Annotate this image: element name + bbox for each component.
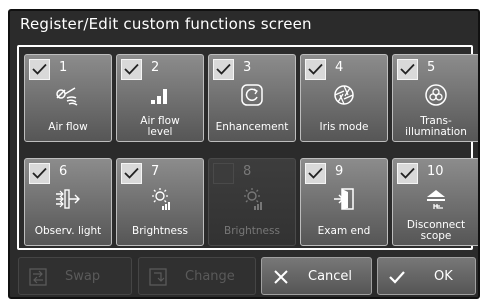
- ok-label: OK: [434, 268, 453, 284]
- tile-number: 2: [151, 60, 160, 75]
- tile-number: 10: [427, 164, 444, 179]
- signal-bars-icon: [117, 83, 203, 107]
- disconnect-scope-icon: [393, 187, 478, 211]
- tile-enhancement[interactable]: 3 Enhancement: [208, 54, 296, 142]
- tile-label: Air flow level: [140, 115, 180, 138]
- tile-label: Air flow: [48, 120, 88, 133]
- screen-title: Register/Edit custom functions screen: [20, 15, 312, 33]
- swap-icon: [29, 268, 47, 290]
- tile-number: 5: [427, 60, 436, 75]
- tile-number: 1: [59, 60, 68, 75]
- tile-iris-mode[interactable]: 4 Iris mode: [300, 54, 388, 142]
- tile-label: Iris mode: [319, 120, 369, 133]
- tile-label: Brightness: [132, 224, 188, 237]
- change-label: Change: [185, 268, 235, 284]
- close-icon: [272, 268, 290, 290]
- tile-number: 8: [243, 164, 252, 179]
- tile-number: 3: [243, 60, 252, 75]
- tile-label: Exam end: [317, 224, 371, 237]
- tile-brightness[interactable]: 7 Brightness: [116, 158, 204, 246]
- tile-transillumination[interactable]: 5 Trans- illumination: [392, 54, 478, 142]
- tile-checkbox[interactable]: [397, 163, 418, 184]
- tile-air-flow[interactable]: 1 Air flow: [24, 54, 112, 142]
- tile-label: Brightness: [224, 224, 280, 237]
- tile-label: Observ. light: [34, 224, 102, 237]
- tile-label: Disconnect scope: [406, 219, 466, 242]
- tile-checkbox[interactable]: [121, 59, 142, 80]
- tile-checkbox: [213, 163, 234, 184]
- tile-checkbox[interactable]: [29, 59, 50, 80]
- tile-checkbox[interactable]: [305, 59, 326, 80]
- observation-light-icon: [25, 187, 111, 211]
- air-flow-icon: [25, 83, 111, 107]
- tile-exam-end[interactable]: 9 Exam end: [300, 158, 388, 246]
- swap-label: Swap: [65, 268, 101, 284]
- tile-checkbox[interactable]: [305, 163, 326, 184]
- cancel-button[interactable]: Cancel: [261, 257, 372, 295]
- brightness-icon: [209, 187, 295, 211]
- tile-checkbox[interactable]: [29, 163, 50, 184]
- exam-end-icon: [301, 187, 387, 211]
- custom-functions-screen: Register/Edit custom functions screen 1 …: [8, 9, 480, 299]
- tile-brightness-disabled: 8 Brightness: [208, 158, 296, 246]
- change-button: Change: [138, 257, 256, 295]
- tile-disconnect-scope[interactable]: 10 Disconnect scope: [392, 158, 478, 246]
- aperture-icon: [301, 83, 387, 107]
- tile-label: Enhancement: [215, 120, 289, 133]
- transillumination-icon: [393, 83, 478, 107]
- tile-number: 7: [151, 164, 160, 179]
- tile-number: 6: [59, 164, 68, 179]
- tile-label: Trans- illumination: [405, 115, 467, 138]
- tile-checkbox[interactable]: [213, 59, 234, 80]
- brightness-icon: [117, 187, 203, 211]
- swap-button: Swap: [18, 257, 132, 295]
- ok-button[interactable]: OK: [377, 257, 476, 295]
- tile-number: 9: [335, 164, 344, 179]
- tile-checkbox[interactable]: [397, 59, 418, 80]
- tile-checkbox[interactable]: [121, 163, 142, 184]
- tile-air-flow-level[interactable]: 2 Air flow level: [116, 54, 204, 142]
- tile-number: 4: [335, 60, 344, 75]
- change-icon: [149, 268, 167, 290]
- cancel-label: Cancel: [308, 268, 353, 284]
- tile-observ-light[interactable]: 6 Observ. light: [24, 158, 112, 246]
- enhancement-icon: [209, 83, 295, 107]
- checkmark-icon: [388, 268, 406, 290]
